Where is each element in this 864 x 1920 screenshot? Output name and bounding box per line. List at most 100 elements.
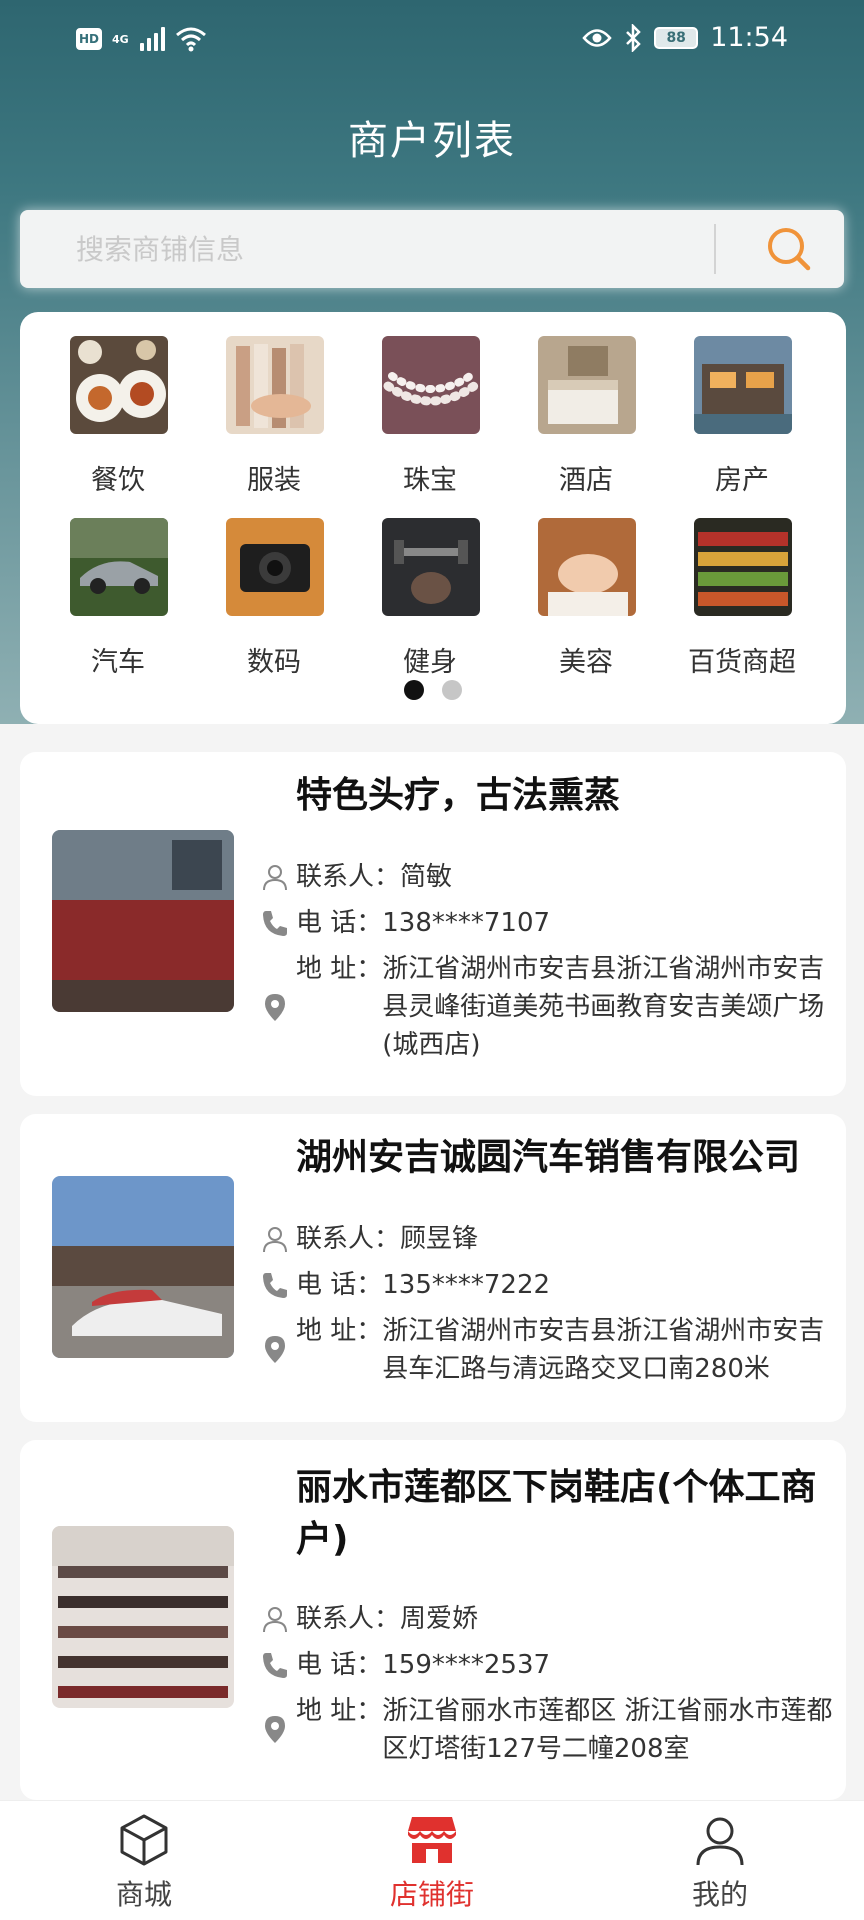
status-right: 88 11:54 (582, 22, 788, 53)
status-left: HD 4G (76, 26, 207, 52)
category-food[interactable]: 餐饮 (48, 312, 188, 496)
shop-image (52, 830, 234, 1012)
category-label: 美容 (559, 647, 613, 678)
shop-card[interactable]: 特色头疗，古法熏蒸 联系人： 简敏 电 话： 138****7107 地 址： … (20, 752, 846, 1096)
store-icon (408, 1817, 456, 1863)
category-label: 数码 (247, 647, 301, 678)
shop-image (52, 1176, 234, 1358)
beauty-image (538, 518, 636, 616)
battery-indicator: 88 (654, 26, 699, 49)
supermarket-image (694, 518, 792, 616)
contact-row: 联系人： 顾昱锋 (263, 1220, 836, 1258)
category-realestate[interactable]: 房产 (672, 312, 812, 496)
category-label: 服装 (247, 465, 301, 496)
phone-icon (263, 1653, 287, 1678)
network-type: 4G (112, 32, 129, 46)
contact-label: 联系人： (296, 1224, 401, 1254)
bottom-tab-bar: 商城 店铺街 我的 (0, 1800, 864, 1920)
phone-icon (263, 911, 287, 936)
status-bar: HD 4G 88 11:54 (0, 0, 864, 84)
person-icon (263, 1227, 287, 1253)
person-icon (263, 865, 287, 891)
tab-label: 店铺街 (389, 1878, 474, 1911)
category-label: 百货商超 (688, 647, 796, 678)
search-input[interactable] (76, 210, 696, 288)
camera-image (226, 518, 324, 616)
address-text: 浙江省湖州市安吉县浙江省湖州市安吉县灵峰街道美苑书画教育安吉美颂广场(城西店) (382, 954, 825, 1060)
search-bar (20, 210, 844, 288)
pager-dot-active[interactable] (404, 680, 424, 700)
shop-image (52, 1526, 234, 1708)
phone-number: 138****7107 (382, 908, 551, 938)
phone-row[interactable]: 电 话： 159****2537 (263, 1646, 836, 1684)
address-text: 浙江省丽水市莲都区 浙江省丽水市莲都区灯塔街127号二幢208室 (382, 1696, 833, 1764)
phone-row[interactable]: 电 话： 135****7222 (263, 1266, 836, 1304)
search-divider (714, 224, 716, 274)
category-label: 健身 (403, 647, 457, 678)
contact-row: 联系人： 周爱娇 (263, 1600, 836, 1638)
category-beauty[interactable]: 美容 (516, 494, 656, 678)
pager-dot[interactable] (442, 680, 462, 700)
address-row: 地 址： 浙江省湖州市安吉县浙江省湖州市安吉县车汇路与清远路交叉口南280米 (265, 1312, 836, 1388)
contact-row: 联系人： 简敏 (263, 858, 836, 896)
pager-dots (404, 680, 462, 700)
contact-label: 联系人： (296, 1604, 401, 1634)
location-icon (265, 994, 285, 1021)
category-label: 酒店 (559, 465, 613, 496)
hotel-image (538, 336, 636, 434)
contact-label: 联系人： (296, 862, 401, 892)
shop-card[interactable]: 丽水市莲都区下岗鞋店(个体工商户) 联系人： 周爱娇 电 话： 159****2… (20, 1440, 846, 1800)
phone-number: 159****2537 (382, 1650, 551, 1680)
bluetooth-icon (626, 23, 641, 52)
shop-name: 丽水市莲都区下岗鞋店(个体工商户) (296, 1467, 817, 1560)
eye-icon (582, 28, 612, 47)
fitness-image (382, 518, 480, 616)
search-icon (768, 228, 811, 271)
phone-label: 电 话： (296, 1270, 383, 1300)
clock: 11:54 (710, 22, 788, 53)
category-clothing[interactable]: 服装 (204, 312, 344, 496)
shop-name: 湖州安吉诚圆汽车销售有限公司 (296, 1137, 801, 1178)
cube-icon (120, 1814, 168, 1866)
jewelry-image (382, 336, 480, 434)
category-hotel[interactable]: 酒店 (516, 312, 656, 496)
phone-number: 135****7222 (382, 1270, 551, 1300)
signal-icon (140, 27, 165, 51)
contact-name: 周爱娇 (400, 1604, 479, 1634)
location-icon (265, 1716, 285, 1743)
page-title: 商户列表 (348, 118, 516, 164)
hd-badge: HD (76, 28, 102, 50)
tab-label: 我的 (691, 1878, 748, 1911)
house-image (694, 336, 792, 434)
clothing-image (226, 336, 324, 434)
category-jewelry[interactable]: 珠宝 (360, 312, 500, 496)
phone-label: 电 话： (296, 1650, 383, 1680)
shop-name: 特色头疗，古法熏蒸 (296, 775, 621, 816)
category-fitness[interactable]: 健身 (360, 494, 500, 678)
address-label: 地 址： (296, 954, 383, 984)
category-label: 房产 (715, 465, 769, 496)
address-row: 地 址： 浙江省湖州市安吉县浙江省湖州市安吉县灵峰街道美苑书画教育安吉美颂广场(… (265, 950, 836, 1064)
location-icon (265, 1336, 285, 1363)
phone-row[interactable]: 电 话： 138****7107 (263, 904, 836, 942)
contact-name: 顾昱锋 (400, 1224, 479, 1254)
category-grid: 餐饮 服装 珠宝 酒店 房产 汽车 数码 健身 美容 百货商超 (20, 312, 846, 724)
category-digital[interactable]: 数码 (204, 494, 344, 678)
category-supermarket[interactable]: 百货商超 (672, 494, 812, 678)
address-text: 浙江省湖州市安吉县浙江省湖州市安吉县车汇路与清远路交叉口南280米 (382, 1316, 825, 1384)
contact-name: 简敏 (400, 862, 453, 892)
car-image (70, 518, 168, 616)
phone-label: 电 话： (296, 908, 383, 938)
tab-mall[interactable]: 商城 (64, 1801, 224, 1920)
category-label: 汽车 (91, 647, 145, 678)
phone-icon (263, 1273, 287, 1298)
tab-store-street[interactable]: 店铺街 (352, 1801, 512, 1920)
food-image (70, 336, 168, 434)
category-car[interactable]: 汽车 (48, 494, 188, 678)
address-label: 地 址： (296, 1316, 383, 1346)
category-label: 餐饮 (91, 465, 145, 496)
wifi-icon (176, 27, 206, 52)
search-button[interactable] (760, 222, 820, 276)
tab-mine[interactable]: 我的 (640, 1801, 800, 1920)
shop-card[interactable]: 湖州安吉诚圆汽车销售有限公司 联系人： 顾昱锋 电 话： 135****7222… (20, 1114, 846, 1422)
